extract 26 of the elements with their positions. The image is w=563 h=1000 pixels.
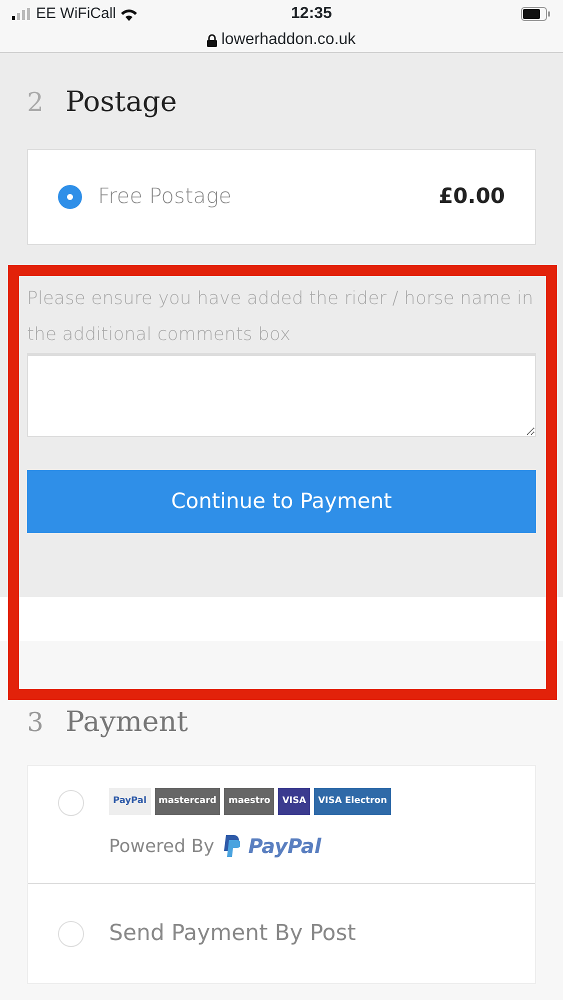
postage-option-card[interactable]: Free Postage £0.00 bbox=[27, 149, 536, 245]
section-heading: Payment bbox=[66, 704, 188, 740]
wifi-icon bbox=[120, 8, 138, 20]
carrier-name: EE WiFiCall bbox=[36, 4, 116, 24]
card-logo: mastercard bbox=[154, 788, 220, 815]
address-bar-url[interactable]: lowerhaddon.co.uk bbox=[221, 28, 356, 52]
battery-icon bbox=[521, 7, 551, 21]
instruction-text: Please ensure you have added the rider / horse name in the additional comments box bbox=[27, 287, 534, 347]
lock-icon bbox=[207, 34, 218, 46]
paypal-mark-icon bbox=[222, 835, 240, 857]
card-logo: maestro bbox=[224, 788, 274, 815]
postage-price: £0.00 bbox=[438, 183, 505, 210]
signal-icon bbox=[12, 8, 32, 20]
comments-field[interactable] bbox=[27, 353, 536, 437]
clock-time: 12:35 bbox=[291, 5, 332, 22]
radio-button[interactable] bbox=[58, 185, 82, 209]
step-number: 2 bbox=[27, 87, 44, 120]
step-number: 3 bbox=[27, 707, 44, 740]
section-heading: Postage bbox=[66, 84, 177, 120]
postage-option-label: Free Postage bbox=[98, 183, 233, 210]
payment-option-label: Send Payment By Post bbox=[109, 920, 356, 948]
card-logo: PayPal bbox=[109, 788, 151, 815]
card-logo: VISA bbox=[278, 788, 310, 815]
paypal-logo-text: PayPal bbox=[248, 833, 322, 860]
powered-by-text: Powered By bbox=[109, 834, 214, 858]
card-logo: VISA Electron bbox=[314, 788, 391, 815]
